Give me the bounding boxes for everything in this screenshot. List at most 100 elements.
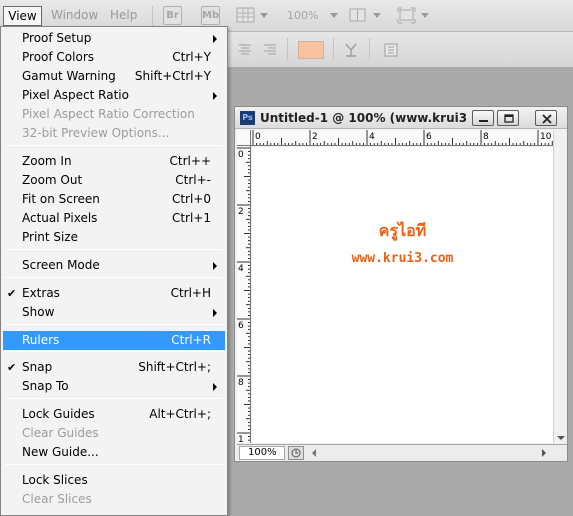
menu-item-zoom-in[interactable]: Zoom In Ctrl++: [3, 152, 225, 171]
menu-separator: [5, 249, 223, 250]
ruler-label: 10: [540, 132, 552, 142]
view-menu-dropdown: Proof Setup Proof Colors Ctrl+Y Gamut Warni…: [0, 26, 228, 516]
horizontal-ruler[interactable]: 0 2 4 6 8 10: [251, 130, 553, 146]
restore-icon: [504, 114, 514, 123]
ruler-label: 2: [312, 132, 318, 142]
vertical-ruler[interactable]: 0246810: [237, 146, 251, 443]
menu-item-print-size[interactable]: Print Size: [3, 228, 225, 247]
canvas-url-text: www.krui3.com: [351, 251, 454, 266]
menu-item-proof-setup[interactable]: Proof Setup: [3, 29, 225, 48]
menu-item-label: Screen Mode: [22, 258, 100, 272]
scroll-right-icon: [542, 449, 546, 457]
checkmark-icon: ✔: [7, 361, 17, 374]
character-panel-icon[interactable]: [383, 42, 399, 58]
menu-item-label: Show: [22, 305, 55, 319]
menu-item-lock-slices[interactable]: Lock Slices: [3, 471, 225, 490]
document-window: Ps Untitled-1 @ 100% (www.krui3.co... 0 2…: [234, 106, 568, 462]
menu-window[interactable]: Window: [51, 8, 98, 22]
view-extras-dropdown-icon[interactable]: [260, 13, 268, 18]
ruler-label: 8: [483, 132, 489, 142]
menu-item-shortcut: Ctrl+-: [175, 173, 211, 187]
menu-item-pixel-aspect-ratio[interactable]: Pixel Aspect Ratio: [3, 86, 225, 105]
menu-item-proof-colors[interactable]: Proof Colors Ctrl+Y: [3, 48, 225, 67]
arrange-dropdown-icon[interactable]: [373, 13, 381, 18]
menu-item-snap[interactable]: ✔ Snap Shift+Ctrl+;: [3, 358, 225, 377]
ruler-label: 6: [238, 321, 244, 331]
menu-item-shortcut: Alt+Ctrl+;: [149, 407, 211, 421]
menu-item-rulers[interactable]: Rulers Ctrl+R: [3, 331, 225, 350]
menu-item-clear-guides: Clear Guides: [3, 424, 225, 443]
document-title: Untitled-1 @ 100% (www.krui3.co...: [260, 111, 468, 125]
checkmark-icon: ✔: [7, 287, 17, 300]
menu-item-zoom-out[interactable]: Zoom Out Ctrl+-: [3, 171, 225, 190]
screen-mode-dropdown-icon[interactable]: [421, 13, 429, 18]
menu-item-label: New Guide...: [22, 445, 99, 459]
menu-separator: [5, 464, 223, 465]
ruler-label: 8: [238, 378, 244, 388]
horizontal-scrollbar[interactable]: [309, 447, 549, 459]
menu-item-label: Gamut Warning: [22, 69, 116, 83]
arrange-documents-icon[interactable]: [348, 6, 368, 25]
menu-item-label: Clear Guides: [22, 426, 99, 440]
menu-item-show[interactable]: Show: [3, 303, 225, 322]
warp-text-icon[interactable]: [343, 42, 360, 58]
menu-item-gamut-warning[interactable]: Gamut Warning Shift+Ctrl+Y: [3, 67, 225, 86]
text-color-swatch[interactable]: [298, 41, 324, 59]
menu-help[interactable]: Help: [110, 8, 137, 22]
menu-item-lock-guides[interactable]: Lock Guides Alt+Ctrl+;: [3, 405, 225, 424]
menu-item-shortcut: Ctrl+Y: [172, 50, 211, 64]
menu-item-actual-pixels[interactable]: Actual Pixels Ctrl+1: [3, 209, 225, 228]
menu-item-label: Lock Guides: [22, 407, 95, 421]
menu-item-label: Zoom In: [22, 154, 72, 168]
vertical-scrollbar[interactable]: [553, 130, 567, 443]
menu-item-shortcut: Ctrl+1: [171, 211, 211, 225]
menu-item-label: Fit on Screen: [22, 192, 100, 206]
menu-item-clear-slices: Clear Slices: [3, 490, 225, 509]
menu-item-shortcut: Shift+Ctrl+;: [138, 360, 211, 374]
bridge-icon[interactable]: Br: [163, 6, 182, 25]
options-separator: [287, 38, 288, 60]
submenu-arrow-icon: [213, 262, 217, 270]
zoom-dropdown-icon[interactable]: [330, 13, 338, 18]
submenu-arrow-icon: [213, 383, 217, 391]
menu-separator: [5, 398, 223, 399]
menu-item-extras[interactable]: ✔ Extras Ctrl+H: [3, 284, 225, 303]
menu-item-snap-to[interactable]: Snap To: [3, 377, 225, 396]
menu-item-label: Zoom Out: [22, 173, 83, 187]
ruler-label: 4: [369, 132, 375, 142]
menu-item-shortcut: Ctrl+0: [171, 192, 211, 206]
menu-item-screen-mode[interactable]: Screen Mode: [3, 256, 225, 275]
maximize-button[interactable]: [497, 110, 519, 126]
align-center-icon[interactable]: [237, 42, 253, 58]
menu-item-label: Actual Pixels: [22, 211, 98, 225]
ruler-label: 0: [238, 150, 244, 160]
status-bar: 100%: [237, 444, 567, 461]
document-canvas[interactable]: ครูไอที www.krui3.com: [252, 147, 553, 443]
menu-item-label: Extras: [22, 286, 60, 300]
screen-mode-icon[interactable]: [397, 6, 417, 25]
canvas-title-text: ครูไอที: [378, 221, 427, 240]
menu-separator: [5, 324, 223, 325]
menu-item-shortcut: Ctrl+R: [171, 333, 211, 347]
ruler-label: 4: [238, 264, 244, 274]
document-tab[interactable]: Ps Untitled-1 @ 100% (www.krui3.co...: [235, 107, 567, 129]
close-button[interactable]: [535, 110, 557, 126]
submenu-arrow-icon: [213, 35, 217, 43]
minibridge-icon[interactable]: Mb: [201, 6, 220, 25]
menu-separator: [5, 351, 223, 352]
menu-view[interactable]: View: [3, 6, 42, 26]
align-right-icon[interactable]: [262, 42, 278, 58]
minimize-button[interactable]: [472, 110, 494, 126]
ruler-origin[interactable]: [237, 130, 251, 146]
ruler-label: 6: [426, 132, 432, 142]
view-extras-icon[interactable]: [236, 6, 256, 25]
minimize-icon: [479, 120, 488, 122]
zoom-status-field[interactable]: 100%: [239, 446, 285, 460]
menu-item-label: Print Size: [22, 230, 79, 244]
menu-item-label: Clear Slices: [22, 492, 92, 506]
menu-separator: [5, 277, 223, 278]
status-info-button[interactable]: [288, 446, 304, 460]
menu-item-label: Proof Colors: [22, 50, 94, 64]
menu-item-new-guide[interactable]: New Guide...: [3, 443, 225, 462]
menu-item-fit-on-screen[interactable]: Fit on Screen Ctrl+0: [3, 190, 225, 209]
